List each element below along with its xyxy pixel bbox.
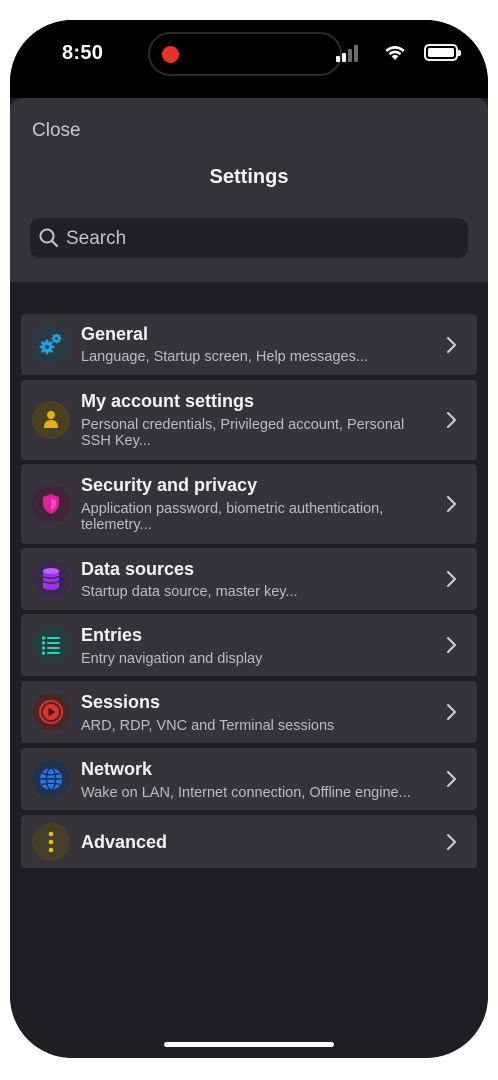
- globe-icon: [32, 760, 70, 798]
- search-placeholder: Search: [66, 228, 127, 249]
- settings-item-title: Advanced: [81, 832, 168, 852]
- chevron-right-icon: [447, 571, 456, 587]
- home-indicator[interactable]: [164, 1042, 334, 1047]
- phone-frame: 8:50 Close Settings Search General Langu…: [10, 20, 488, 1058]
- chevron-right-icon: [447, 637, 456, 653]
- settings-item-subtitle: Wake on LAN, Internet connection, Offlin…: [81, 785, 411, 801]
- chevron-right-icon: [447, 496, 456, 512]
- gears-icon: [32, 325, 70, 363]
- settings-item-general[interactable]: General Language, Startup screen, Help m…: [21, 314, 477, 375]
- person-icon: [32, 401, 70, 439]
- database-icon: [32, 560, 70, 598]
- screen: 8:50 Close Settings Search General Langu…: [10, 20, 488, 1058]
- chevron-right-icon: [447, 771, 456, 787]
- status-bar: 8:50: [10, 20, 488, 98]
- settings-item-subtitle: Startup data source, master key...: [81, 584, 298, 600]
- cellular-signal-icon: [336, 44, 360, 62]
- settings-item-advanced[interactable]: Advanced: [21, 815, 477, 868]
- settings-item-sessions[interactable]: Sessions ARD, RDP, VNC and Terminal sess…: [21, 681, 477, 743]
- settings-item-title: Entries: [81, 625, 143, 645]
- list-icon: [32, 626, 70, 664]
- chevron-right-icon: [447, 834, 456, 850]
- settings-item-title: Sessions: [81, 692, 161, 712]
- dynamic-island: [148, 32, 342, 76]
- wifi-icon: [385, 46, 405, 60]
- page-title: Settings: [209, 166, 289, 188]
- settings-item-network[interactable]: Network Wake on LAN, Internet connection…: [21, 748, 477, 810]
- play-icon: [32, 693, 70, 731]
- settings-item-security[interactable]: Security and privacy Application passwor…: [21, 464, 477, 544]
- settings-item-subtitle: Personal credentials, Privileged account…: [81, 417, 405, 449]
- chevron-right-icon: [447, 412, 456, 428]
- settings-item-title: My account settings: [81, 391, 255, 411]
- chevron-right-icon: [447, 704, 456, 720]
- settings-item-title: Data sources: [81, 559, 195, 579]
- settings-item-title: General: [81, 324, 149, 344]
- settings-item-subtitle: Application password, biometric authenti…: [81, 501, 384, 533]
- settings-item-subtitle: Language, Startup screen, Help messages.…: [81, 349, 368, 365]
- chevron-right-icon: [447, 337, 456, 353]
- search-input[interactable]: Search: [30, 218, 468, 258]
- settings-item-entries[interactable]: Entries Entry navigation and display: [21, 614, 477, 676]
- sheet-header: Close Settings Search: [10, 98, 488, 282]
- settings-sheet: Close Settings Search General Language, …: [10, 98, 488, 1058]
- settings-item-subtitle: ARD, RDP, VNC and Terminal sessions: [81, 718, 335, 734]
- settings-item-data-sources[interactable]: Data sources Startup data source, master…: [21, 548, 477, 610]
- shield-icon: [32, 485, 70, 523]
- close-button[interactable]: Close: [32, 120, 81, 142]
- settings-item-subtitle: Entry navigation and display: [81, 651, 263, 667]
- recording-indicator-icon: [162, 46, 179, 63]
- settings-item-my-account[interactable]: My account settings Personal credentials…: [21, 380, 477, 460]
- more-vertical-icon: [32, 823, 70, 861]
- settings-item-title: Security and privacy: [81, 475, 258, 495]
- status-time: 8:50: [62, 42, 104, 64]
- search-icon: [39, 228, 59, 248]
- settings-item-title: Network: [81, 759, 153, 779]
- battery-icon: [424, 44, 461, 61]
